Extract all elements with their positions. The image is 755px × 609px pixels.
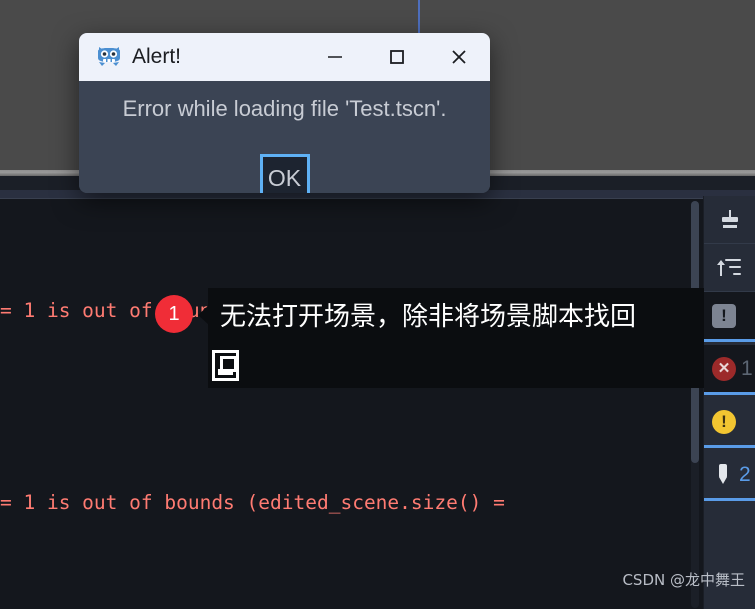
dialog-body: Error while loading file 'Test.tscn'. OK (79, 81, 490, 193)
log-line-blank (0, 583, 700, 609)
clear-icon (719, 209, 741, 231)
error-circle-icon: ✕ (712, 356, 736, 381)
tofu-glyph-icon (212, 350, 239, 381)
sort-icon (717, 258, 741, 278)
dialog-title-group: Alert! (79, 45, 181, 69)
alert-dialog[interactable]: Alert! Error while loading file 'Test.ts… (79, 33, 490, 193)
filter-warnings[interactable]: ! (704, 398, 755, 448)
log-line: = 1 is out of bounds (edited_scene.size(… (0, 491, 505, 514)
filter-info-count: 2 (739, 463, 751, 486)
clear-output-button[interactable] (704, 196, 755, 244)
output-log-panel[interactable]: = 1 is out of bounds (edited_scene.size(… (0, 198, 703, 609)
output-log-text: = 1 is out of bounds (edited_scene.size(… (0, 199, 700, 609)
ok-button[interactable]: OK (259, 154, 310, 193)
callout-arrow (198, 305, 209, 325)
dialog-message: Error while loading file 'Test.tscn'. (122, 96, 447, 121)
filter-messages[interactable]: ! (704, 292, 755, 342)
godot-robot-icon (96, 46, 122, 68)
info-pin-icon (712, 463, 734, 487)
dialog-title: Alert! (132, 45, 182, 68)
filter-sort-button[interactable] (704, 244, 755, 292)
warning-circle-icon: ! (712, 409, 736, 434)
window-controls (304, 33, 490, 81)
minimize-button[interactable] (304, 33, 366, 81)
log-line-blank (0, 391, 700, 423)
screen-root: = 1 is out of bounds (edited_scene.size(… (0, 0, 755, 609)
exclaim-box-icon: ! (712, 303, 736, 328)
watermark: CSDN @龙中舞王 (622, 571, 745, 589)
filter-info[interactable]: 2 (704, 451, 755, 501)
filter-errors[interactable]: ✕ 1 (704, 345, 755, 395)
filter-errors-count: 1 (741, 357, 753, 380)
close-button[interactable] (428, 33, 490, 81)
callout-text: 无法打开场景，除非将场景脚本找回 (220, 302, 637, 332)
text-caret (418, 0, 420, 36)
output-sidebar: ! ✕ 1 ! 2 (703, 196, 755, 609)
maximize-button[interactable] (366, 33, 428, 81)
annotation-callout: 无法打开场景，除非将场景脚本找回 (208, 288, 704, 388)
dialog-titlebar[interactable]: Alert! (79, 33, 490, 81)
callout-badge: 1 (155, 295, 193, 333)
